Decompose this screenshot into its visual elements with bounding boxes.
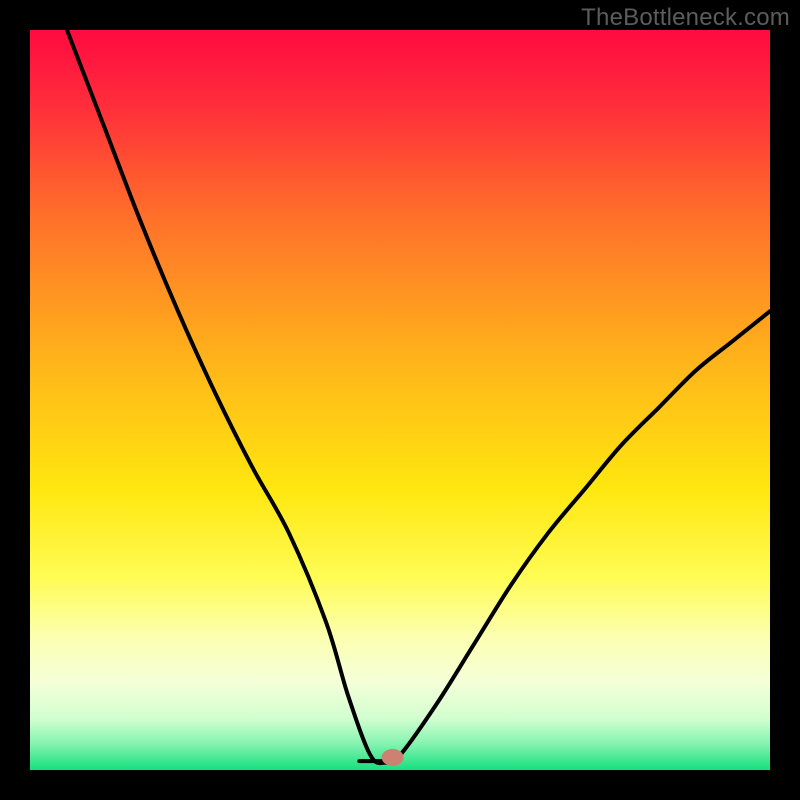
optimum-marker <box>382 749 404 766</box>
chart-frame: TheBottleneck.com <box>0 0 800 800</box>
gradient-background <box>30 30 770 770</box>
bottleneck-chart <box>0 0 800 800</box>
watermark-text: TheBottleneck.com <box>581 4 790 32</box>
